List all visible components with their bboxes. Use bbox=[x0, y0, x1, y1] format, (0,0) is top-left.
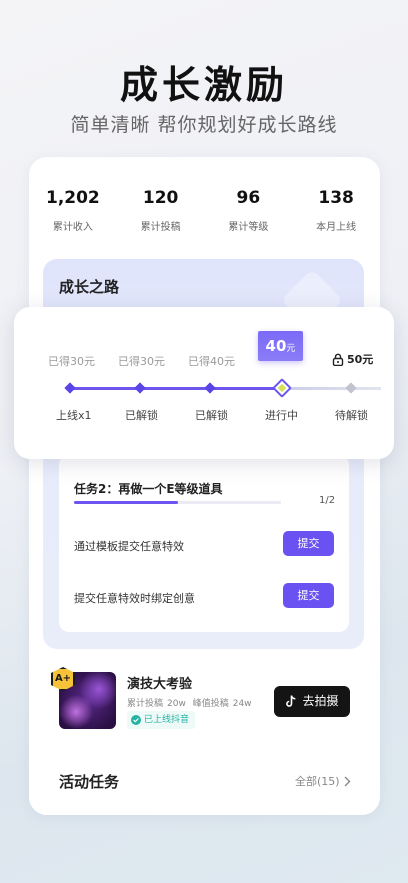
stat-value: 96 bbox=[236, 188, 261, 208]
stat-label: 累计投稿 bbox=[140, 222, 181, 233]
earned-reward: 已得40元 bbox=[188, 355, 235, 368]
stat-label: 本月上线 bbox=[316, 222, 357, 233]
current-reward-badge: 40元 bbox=[258, 331, 303, 361]
challenge-title: 演技大考验 bbox=[127, 677, 193, 692]
online-status-text: 已上线抖音 bbox=[144, 715, 190, 725]
go-shoot-label: 去拍摄 bbox=[302, 694, 339, 708]
current-reward-unit: 元 bbox=[286, 344, 296, 354]
task-progress-fill bbox=[74, 501, 178, 504]
stat-total-income: 1,202 累计收入 bbox=[29, 188, 117, 238]
stat-value: 120 bbox=[142, 188, 179, 208]
task-row-label: 提交任意特效时绑定创意 bbox=[74, 592, 195, 605]
earned-reward: 已得30元 bbox=[48, 355, 95, 368]
stat-value: 1,202 bbox=[45, 188, 100, 208]
stat-label: 累计等级 bbox=[228, 222, 269, 233]
view-all-label: 全部(15) bbox=[295, 775, 340, 788]
go-shoot-button[interactable]: 去拍摄 bbox=[274, 686, 350, 717]
task-count: 1/2 bbox=[319, 495, 336, 506]
submit-button[interactable]: 提交 bbox=[283, 531, 334, 556]
locked-reward-amount: 50元 bbox=[347, 353, 374, 366]
stage-label: 进行中 bbox=[265, 409, 298, 422]
timeline-progress-line bbox=[66, 387, 281, 390]
view-all-link[interactable]: 全部(15) bbox=[295, 773, 351, 789]
stats-row: 1,202 累计收入 120 累计投稿 96 累计等级 138 本月上线 bbox=[29, 188, 380, 238]
activity-title: 活动任务 bbox=[59, 773, 120, 791]
stat-total-submissions: 120 累计投稿 bbox=[117, 188, 205, 238]
growth-path-title: 成长之路 bbox=[59, 278, 120, 296]
meta-value: 20w bbox=[167, 699, 186, 709]
meta-value: 24w bbox=[232, 699, 252, 709]
timeline-remaining-line bbox=[281, 387, 381, 390]
stage-label: 已解锁 bbox=[195, 409, 228, 422]
stat-month-online: 138 本月上线 bbox=[292, 188, 380, 238]
stage-label: 上线x1 bbox=[56, 409, 92, 422]
stage-label: 待解锁 bbox=[335, 409, 368, 422]
stat-value: 138 bbox=[318, 188, 354, 208]
stat-total-level: 96 累计等级 bbox=[205, 188, 293, 238]
stage-label: 已解锁 bbox=[125, 409, 158, 422]
earned-reward: 已得30元 bbox=[118, 355, 165, 368]
hero-title: 成长激励 bbox=[119, 63, 288, 107]
challenge-meta: 累计投稿 20w 峰值投稿 24w bbox=[127, 696, 256, 709]
chevron-right-icon bbox=[344, 776, 351, 786]
lock-icon bbox=[332, 353, 344, 366]
tiktok-icon bbox=[286, 695, 296, 707]
meta-label: 峰值投稿 bbox=[192, 699, 229, 709]
task-title: 任务2：再做一个E等级道具 bbox=[74, 482, 223, 496]
meta-label: 累计投稿 bbox=[127, 699, 164, 709]
online-status-tag: 已上线抖音 bbox=[127, 711, 196, 729]
locked-reward: 50元 bbox=[332, 351, 373, 367]
task-row-label: 通过模板提交任意特效 bbox=[74, 540, 184, 553]
check-circle-icon bbox=[131, 715, 141, 725]
submit-button[interactable]: 提交 bbox=[283, 583, 334, 608]
current-reward-amount: 40 bbox=[265, 337, 287, 355]
hero-subtitle: 简单清晰 帮你规划好成长路线 bbox=[70, 114, 338, 136]
stat-label: 累计收入 bbox=[52, 222, 93, 233]
